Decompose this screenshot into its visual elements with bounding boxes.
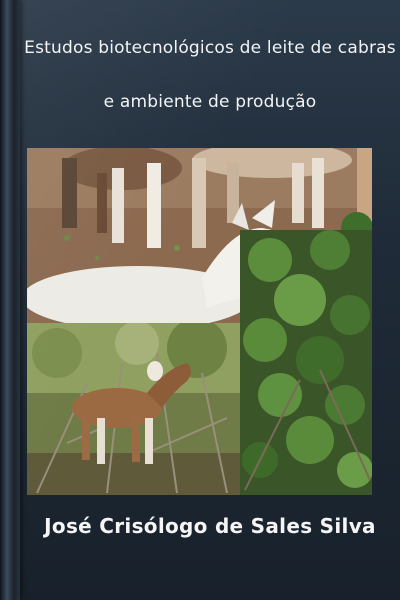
cover-photo-shrub bbox=[240, 230, 372, 495]
book-title-line-1: Estudos biotecnológicos de leite de cabr… bbox=[24, 38, 396, 58]
book-spine bbox=[0, 0, 20, 600]
cover-photo-goat-scrub bbox=[27, 323, 240, 495]
shrub-photo bbox=[240, 230, 372, 495]
book-cover: Estudos biotecnológicos de leite de cabr… bbox=[0, 0, 400, 600]
book-author: José Crisólogo de Sales Silva bbox=[44, 514, 376, 538]
book-title-line-2: e ambiente de produção bbox=[103, 92, 317, 112]
brown-goat-photo bbox=[27, 323, 240, 495]
